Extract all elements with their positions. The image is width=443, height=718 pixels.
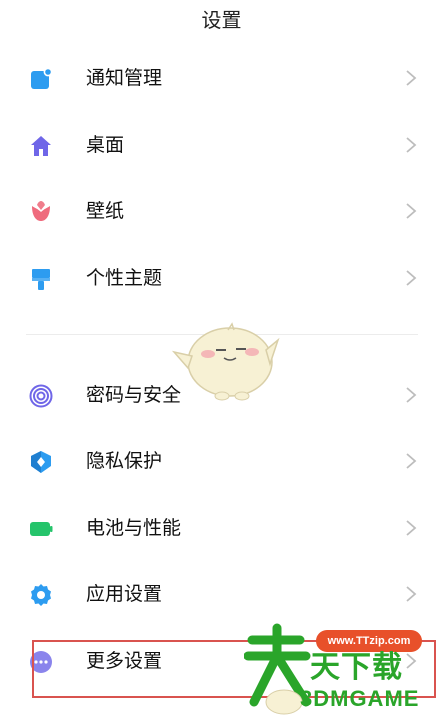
settings-item-wallpaper[interactable]: 壁纸 <box>0 178 443 244</box>
paint-brush-icon <box>32 269 50 290</box>
chevron-right-icon <box>406 270 417 286</box>
chevron-right-icon <box>406 387 417 403</box>
settings-item-label: 壁纸 <box>86 200 125 222</box>
settings-item-app-settings[interactable]: 应用设置 <box>0 561 443 627</box>
settings-item-notifications[interactable]: 通知管理 <box>0 45 443 111</box>
settings-item-desktop[interactable]: 桌面 <box>0 112 443 178</box>
watermark-chinese-text: 天下载 <box>310 650 403 685</box>
chevron-right-icon <box>406 70 417 86</box>
settings-item-battery-performance[interactable]: 电池与性能 <box>0 495 443 561</box>
chevron-right-icon <box>406 453 417 469</box>
settings-item-theme[interactable]: 个性主题 <box>0 245 443 311</box>
watermark-url: www.TTzip.com <box>316 630 422 652</box>
chevron-right-icon <box>406 137 417 153</box>
settings-item-label: 密码与安全 <box>86 384 182 406</box>
chevron-right-icon <box>406 586 417 602</box>
settings-item-label: 隐私保护 <box>86 450 163 472</box>
page-title: 设置 <box>201 8 242 32</box>
notification-icon <box>31 67 53 89</box>
chevron-right-icon <box>406 203 417 219</box>
gear-icon <box>31 584 51 606</box>
tulip-icon <box>32 201 50 221</box>
settings-item-label: 应用设置 <box>86 583 163 605</box>
settings-item-password-security[interactable]: 密码与安全 <box>0 362 443 428</box>
settings-item-label: 电池与性能 <box>86 517 182 539</box>
chevron-right-icon <box>406 520 417 536</box>
settings-item-privacy[interactable]: 隐私保护 <box>0 428 443 494</box>
privacy-shield-icon <box>31 451 51 473</box>
settings-item-label: 通知管理 <box>86 67 163 89</box>
fingerprint-icon <box>29 384 53 408</box>
home-icon <box>31 136 51 156</box>
settings-item-label: 桌面 <box>86 134 125 156</box>
watermark-english-text: 3DMGAME <box>300 686 420 711</box>
battery-icon <box>30 522 53 536</box>
settings-item-label: 个性主题 <box>86 267 163 289</box>
